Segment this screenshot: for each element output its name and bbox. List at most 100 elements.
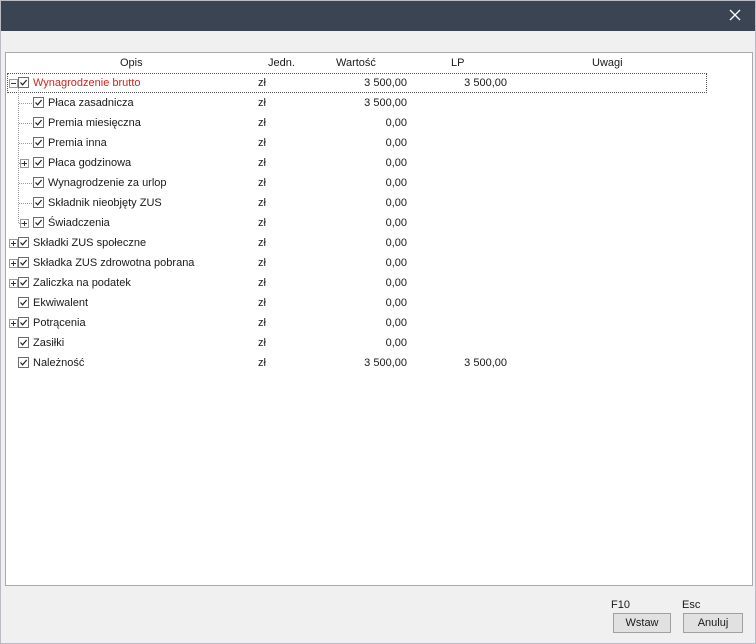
row-value: 0,00 — [385, 257, 407, 269]
row-label: Wynagrodzenie za urlop — [48, 177, 167, 189]
checkmark-icon — [20, 359, 28, 366]
row-value: 3 500,00 — [364, 77, 407, 89]
row-unit: zł — [258, 337, 266, 349]
tree-row[interactable]: Zaliczka na podatek zł 0,00 — [6, 273, 752, 293]
row-checkbox[interactable] — [18, 357, 29, 368]
tree-connector-branch — [19, 223, 22, 224]
expand-plus-icon[interactable] — [9, 279, 18, 288]
row-checkbox[interactable] — [33, 157, 44, 168]
row-unit: zł — [258, 117, 266, 129]
checkmark-icon — [20, 299, 28, 306]
row-label: Świadczenia — [48, 217, 110, 229]
column-header-opis[interactable]: Opis — [120, 57, 143, 69]
tree-connector-branch — [19, 163, 22, 164]
close-button[interactable] — [727, 7, 743, 23]
column-header-wartosc[interactable]: Wartość — [336, 57, 376, 69]
row-unit: zł — [258, 177, 266, 189]
row-unit: zł — [258, 257, 266, 269]
row-checkbox[interactable] — [18, 257, 29, 268]
row-label: Premia miesięczna — [48, 117, 141, 129]
tree-row[interactable]: Płaca zasadnicza zł 3 500,00 — [6, 93, 752, 113]
expand-plus-icon[interactable] — [9, 319, 18, 328]
checkmark-icon — [20, 279, 28, 286]
row-checkbox[interactable] — [18, 77, 29, 88]
row-value: 0,00 — [385, 277, 407, 289]
tree-row[interactable]: Należność zł 3 500,00 3 500,00 — [6, 353, 752, 373]
checkmark-icon — [20, 319, 28, 326]
row-checkbox[interactable] — [18, 297, 29, 308]
row-value: 0,00 — [385, 217, 407, 229]
row-checkbox[interactable] — [18, 337, 29, 348]
row-checkbox[interactable] — [33, 197, 44, 208]
tree-connector-branch — [19, 143, 32, 144]
checkmark-icon — [35, 99, 43, 106]
tree-row[interactable]: Ekwiwalent zł 0,00 — [6, 293, 752, 313]
row-value: 0,00 — [385, 137, 407, 149]
wstaw-shortcut-label: F10 — [611, 599, 630, 611]
row-label: Należność — [33, 357, 85, 369]
checkmark-icon — [20, 239, 28, 246]
checkmark-icon — [35, 159, 43, 166]
tree-connector-branch — [19, 123, 32, 124]
anuluj-shortcut-label: Esc — [682, 599, 701, 611]
anuluj-button[interactable]: Anuluj — [683, 613, 743, 633]
row-label: Składka ZUS zdrowotna pobrana — [33, 257, 195, 269]
row-checkbox[interactable] — [33, 177, 44, 188]
wstaw-button[interactable]: Wstaw — [613, 613, 671, 633]
checkmark-icon — [35, 219, 43, 226]
tree-row[interactable]: Potrącenia zł 0,00 — [6, 313, 752, 333]
row-value: 0,00 — [385, 177, 407, 189]
row-value: 3 500,00 — [364, 357, 407, 369]
row-label: Składki ZUS społeczne — [33, 237, 147, 249]
column-header-jedn[interactable]: Jedn. — [268, 57, 295, 69]
column-headers: Opis Jedn. Wartość LP Uwagi — [6, 53, 752, 73]
column-header-lp[interactable]: LP — [451, 57, 464, 69]
tree-row[interactable]: Premia inna zł 0,00 — [6, 133, 752, 153]
dialog-window: Opis Jedn. Wartość LP Uwagi Wynagrodzeni… — [0, 0, 756, 644]
row-unit: zł — [258, 357, 266, 369]
row-checkbox[interactable] — [18, 237, 29, 248]
tree-row[interactable]: Wynagrodzenie brutto zł 3 500,00 3 500,00 — [6, 73, 752, 93]
row-value: 0,00 — [385, 117, 407, 129]
row-checkbox[interactable] — [33, 117, 44, 128]
row-checkbox[interactable] — [18, 317, 29, 328]
row-unit: zł — [258, 157, 266, 169]
tree-row[interactable]: Zasiłki zł 0,00 — [6, 333, 752, 353]
collapse-minus-icon[interactable] — [9, 79, 18, 88]
tree-connector-branch — [19, 183, 32, 184]
tree-row[interactable]: Premia miesięczna zł 0,00 — [6, 113, 752, 133]
row-label: Wynagrodzenie brutto — [33, 77, 141, 89]
row-unit: zł — [258, 97, 266, 109]
row-unit: zł — [258, 297, 266, 309]
tree-row[interactable]: Składka ZUS zdrowotna pobrana zł 0,00 — [6, 253, 752, 273]
tree-row[interactable]: Płaca godzinowa zł 0,00 — [6, 153, 752, 173]
row-checkbox[interactable] — [33, 217, 44, 228]
checkmark-icon — [35, 179, 43, 186]
row-unit: zł — [258, 277, 266, 289]
tree-row[interactable]: Świadczenia zł 0,00 — [6, 213, 752, 233]
expand-plus-icon[interactable] — [9, 259, 18, 268]
tree-connector-branch — [19, 103, 32, 104]
row-label: Potrącenia — [33, 317, 86, 329]
row-unit: zł — [258, 217, 266, 229]
row-checkbox[interactable] — [33, 137, 44, 148]
tree-row[interactable]: Wynagrodzenie za urlop zł 0,00 — [6, 173, 752, 193]
column-header-uwagi[interactable]: Uwagi — [592, 57, 623, 69]
row-unit: zł — [258, 317, 266, 329]
row-value: 0,00 — [385, 317, 407, 329]
row-label: Płaca zasadnicza — [48, 97, 134, 109]
row-label: Zasiłki — [33, 337, 65, 349]
tree-row[interactable]: Składnik nieobjęty ZUS zł 0,00 — [6, 193, 752, 213]
checkmark-icon — [35, 139, 43, 146]
checkmark-icon — [20, 259, 28, 266]
tree-row[interactable]: Składki ZUS społeczne zł 0,00 — [6, 233, 752, 253]
row-unit: zł — [258, 237, 266, 249]
row-checkbox[interactable] — [33, 97, 44, 108]
close-icon — [729, 9, 741, 21]
row-value: 0,00 — [385, 197, 407, 209]
row-label: Składnik nieobjęty ZUS — [48, 197, 162, 209]
row-checkbox[interactable] — [18, 277, 29, 288]
expand-plus-icon[interactable] — [9, 239, 18, 248]
row-unit: zł — [258, 137, 266, 149]
row-label: Płaca godzinowa — [48, 157, 132, 169]
